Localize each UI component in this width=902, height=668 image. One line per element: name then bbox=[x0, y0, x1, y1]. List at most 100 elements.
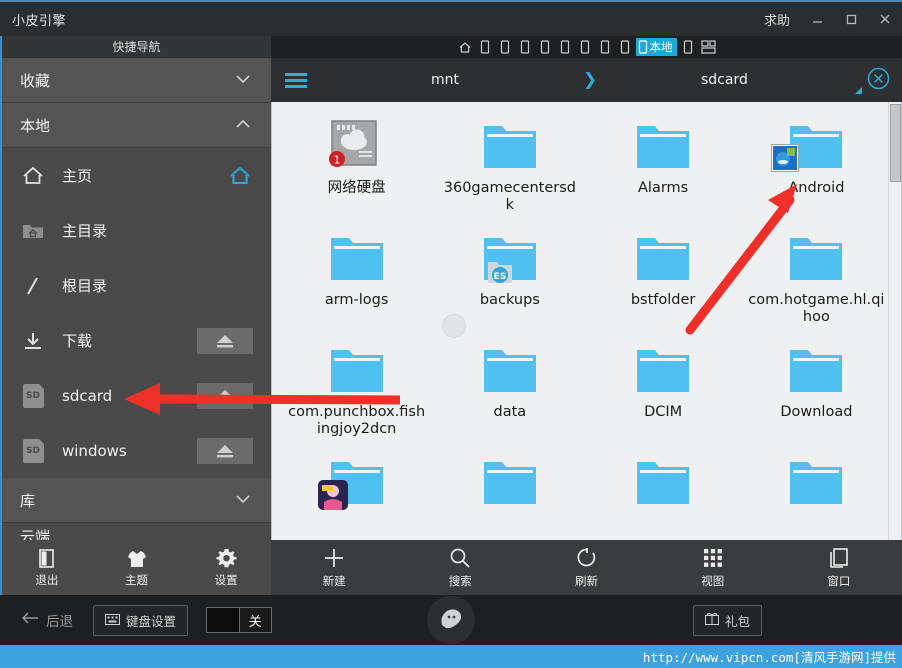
sd-card-icon: SD bbox=[22, 438, 44, 463]
sidebar-item-partial[interactable]: 云端 bbox=[2, 523, 271, 540]
application-window: 小皮引擎 求助 快捷导航 收藏 本地 主页 主目录 根目录 下载 SD sdca… bbox=[0, 0, 902, 668]
exit-door-icon bbox=[37, 548, 56, 569]
folder-icon bbox=[785, 454, 847, 510]
close-icon[interactable] bbox=[868, 2, 902, 36]
tab-device-4[interactable] bbox=[536, 38, 554, 56]
ghost-home-icon bbox=[438, 605, 464, 635]
hamburger-menu-icon[interactable] bbox=[285, 72, 307, 88]
device-tab-strip: 本地 bbox=[271, 36, 902, 58]
tab-device-3[interactable] bbox=[516, 38, 534, 56]
loading-indicator bbox=[442, 314, 466, 338]
window-icon bbox=[828, 547, 850, 569]
breadcrumb-item-mnt[interactable]: mnt bbox=[431, 72, 459, 88]
file-item[interactable] bbox=[740, 448, 893, 540]
file-item[interactable]: 360gamecentersdk bbox=[433, 112, 586, 222]
keyboard-settings-button[interactable]: 键盘设置 bbox=[93, 604, 189, 636]
folder-icon bbox=[632, 342, 694, 398]
tab-label: 本地 bbox=[649, 40, 673, 54]
tshirt-icon bbox=[126, 548, 148, 569]
tab-local-active[interactable]: 本地 bbox=[635, 38, 677, 56]
file-name: 网络硬盘 bbox=[327, 180, 386, 196]
home-accent-icon[interactable] bbox=[227, 165, 253, 187]
file-item[interactable]: DCIM bbox=[587, 336, 740, 446]
file-item[interactable]: com.punchbox.fishingjoy2dcn bbox=[280, 336, 433, 446]
sidebar-item-downloads[interactable]: 下载 bbox=[2, 313, 271, 368]
back-button[interactable]: 后退 bbox=[21, 610, 73, 630]
refresh-button[interactable]: 刷新 bbox=[523, 547, 649, 589]
sidebar-item-sdcard[interactable]: SD sdcard bbox=[2, 368, 271, 423]
sidebar-section-label: 收藏 bbox=[20, 71, 51, 90]
folder-icon bbox=[771, 118, 847, 174]
tab-device-1[interactable] bbox=[476, 38, 494, 56]
file-item[interactable] bbox=[280, 448, 433, 540]
sidebar-item-home[interactable]: 主页 bbox=[2, 148, 271, 203]
tab-device-2[interactable] bbox=[496, 38, 514, 56]
file-grid-area: 1 网络硬盘 360gamecentersdk Alarms Android a… bbox=[271, 102, 902, 540]
vertical-scrollbar[interactable] bbox=[888, 102, 901, 540]
android-nav-bar: 后退 键盘设置 关 礼包 bbox=[0, 595, 902, 645]
resize-corner-icon[interactable] bbox=[855, 87, 862, 94]
tool-label: 视图 bbox=[701, 573, 725, 588]
sidebar-section-favorites[interactable]: 收藏 bbox=[2, 58, 271, 103]
file-item[interactable]: Android bbox=[740, 112, 893, 222]
search-button[interactable]: 搜索 bbox=[397, 547, 523, 589]
exit-button[interactable]: 退出 bbox=[2, 548, 92, 588]
game-icon bbox=[317, 480, 348, 514]
file-name: bstfolder bbox=[630, 292, 696, 308]
file-name: Alarms bbox=[638, 180, 689, 196]
slash-icon bbox=[20, 273, 46, 299]
tab-device-6[interactable] bbox=[576, 38, 594, 56]
file-item[interactable]: Download bbox=[740, 336, 893, 446]
tab-device-5[interactable] bbox=[556, 38, 574, 56]
eject-icon[interactable] bbox=[197, 327, 253, 354]
sidebar-section-library[interactable]: 库 bbox=[2, 478, 271, 523]
view-button[interactable]: 视图 bbox=[650, 547, 776, 589]
close-circle-icon[interactable] bbox=[867, 67, 890, 94]
file-item[interactable]: Alarms bbox=[587, 112, 740, 222]
file-item[interactable]: com.hotgame.hl.qihoo bbox=[740, 224, 893, 334]
sidebar-item-root-directory[interactable]: 根目录 bbox=[2, 258, 271, 313]
new-button[interactable]: 新建 bbox=[271, 547, 397, 589]
help-button[interactable]: 求助 bbox=[754, 10, 800, 29]
sidebar-item-windows[interactable]: SD windows bbox=[2, 423, 271, 478]
file-item[interactable]: data bbox=[433, 336, 586, 446]
bottom-tool-bar: 新建 搜索 刷新 视图 窗口 bbox=[271, 540, 902, 595]
file-name: backups bbox=[479, 292, 540, 308]
file-item[interactable]: 1 网络硬盘 bbox=[280, 112, 433, 222]
folder-icon: ES bbox=[479, 230, 541, 286]
scrollbar-thumb[interactable] bbox=[890, 104, 901, 182]
window-controls: 求助 bbox=[754, 2, 902, 36]
file-item[interactable] bbox=[433, 448, 586, 540]
arrow-left-icon bbox=[21, 612, 39, 628]
main-pane: 本地 mnt ❯ sdcard 1 网络硬盘 360gamecentersdk … bbox=[271, 36, 902, 595]
gift-button[interactable]: 礼包 bbox=[692, 604, 762, 636]
settings-button[interactable]: 设置 bbox=[181, 548, 271, 588]
eject-icon[interactable] bbox=[197, 382, 253, 409]
folder-icon bbox=[479, 342, 541, 398]
file-item[interactable] bbox=[587, 448, 740, 540]
tab-device-7[interactable] bbox=[596, 38, 614, 56]
maximize-icon[interactable] bbox=[834, 2, 868, 36]
theme-button[interactable]: 主题 bbox=[92, 548, 182, 588]
sidebar-item-home-directory[interactable]: 主目录 bbox=[2, 203, 271, 258]
sidebar-item-label: 下载 bbox=[62, 332, 93, 350]
eject-icon[interactable] bbox=[197, 437, 253, 464]
file-item[interactable]: arm-logs bbox=[280, 224, 433, 334]
keyboard-toggle[interactable]: 关 bbox=[206, 607, 273, 633]
tool-label: 窗口 bbox=[827, 573, 851, 588]
title-bar: 小皮引擎 求助 bbox=[0, 0, 902, 36]
window-button[interactable]: 窗口 bbox=[776, 547, 902, 589]
home-button[interactable] bbox=[427, 596, 475, 644]
folder-icon bbox=[326, 230, 388, 286]
tab-device-9[interactable] bbox=[679, 38, 697, 56]
refresh-icon bbox=[576, 547, 598, 569]
file-item[interactable]: bstfolder bbox=[587, 224, 740, 334]
folder-icon bbox=[632, 230, 694, 286]
toggle-track bbox=[207, 608, 239, 632]
breadcrumb-item-sdcard[interactable]: sdcard bbox=[701, 72, 748, 88]
multi-window-icon[interactable] bbox=[699, 38, 718, 56]
tab-device-8[interactable] bbox=[616, 38, 634, 56]
sidebar-section-local[interactable]: 本地 bbox=[2, 103, 271, 148]
minimize-icon[interactable] bbox=[800, 2, 834, 36]
tab-home[interactable] bbox=[456, 38, 474, 56]
